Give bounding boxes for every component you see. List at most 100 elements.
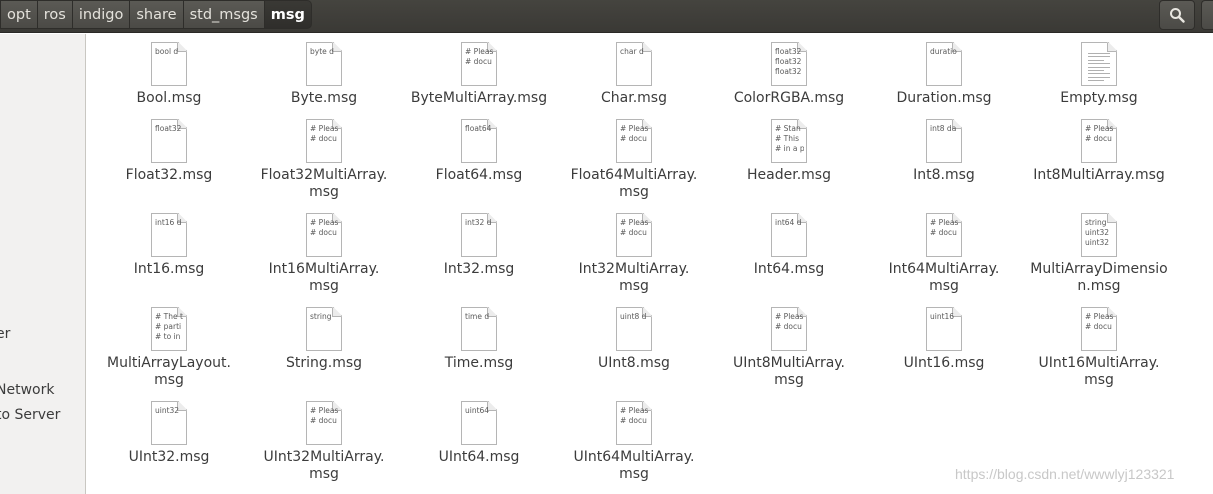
text-file-icon: float32 float32 float32 (771, 42, 807, 86)
file-name: UInt16MultiArray. msg (1038, 355, 1160, 388)
file-item[interactable]: # Pleas # docu ByteMultiArray.msg (399, 42, 559, 107)
file-item[interactable]: float64 Float64.msg (399, 119, 559, 184)
sidebar-item-connect-to-server[interactable]: to Server (0, 407, 60, 423)
file-item[interactable]: string uint32 uint32 MultiArrayDimensio n… (1019, 213, 1179, 295)
file-item[interactable]: # Pleas # docu Float64MultiArray. msg (554, 119, 714, 201)
file-name: Int64.msg (753, 261, 825, 277)
file-preview-text: int8 da (930, 124, 957, 133)
file-item[interactable]: uint64 UInt64.msg (399, 401, 559, 466)
file-preview-text: int16 d (155, 218, 182, 227)
file-preview-text: string (310, 312, 332, 321)
text-file-icon: int16 d (151, 213, 187, 257)
text-file-icon: # Pleas # docu (1081, 307, 1117, 351)
sidebar-item-network[interactable]: Network (0, 382, 54, 398)
file-preview-text: # Pleas # docu (620, 124, 649, 143)
text-file-icon: int8 da (926, 119, 962, 163)
file-item[interactable]: int32 d Int32.msg (399, 213, 559, 278)
file-name: UInt8MultiArray. msg (732, 355, 846, 388)
file-item[interactable]: float32 float32 float32 ColorRGBA.msg (709, 42, 869, 107)
file-name: Int32MultiArray. msg (578, 261, 690, 294)
file-preview-text: # Pleas # docu (1085, 312, 1114, 331)
file-item[interactable]: # Pleas # docu UInt32MultiArray. msg (244, 401, 404, 483)
file-item[interactable]: time d Time.msg (399, 307, 559, 372)
file-item[interactable]: # Pleas # docu Int8MultiArray.msg (1019, 119, 1179, 184)
breadcrumb-share[interactable]: share (130, 0, 184, 29)
path-bar: opt ros indigo share std_msgs msg (0, 0, 1213, 33)
file-preview-text: string uint32 uint32 (1085, 218, 1110, 247)
file-item[interactable]: duratio Duration.msg (864, 42, 1024, 107)
text-file-icon: # The t # parti # to in (151, 307, 187, 351)
file-preview-text: float32 (155, 124, 182, 133)
file-item[interactable]: int64 d Int64.msg (709, 213, 869, 278)
watermark: https://blog.csdn.net/wwwlyj123321 (955, 466, 1175, 482)
file-item[interactable]: bool d Bool.msg (89, 42, 249, 107)
file-name: Char.msg (601, 90, 667, 106)
file-item[interactable]: # Pleas # docu UInt8MultiArray. msg (709, 307, 869, 389)
text-file-icon: int32 d (461, 213, 497, 257)
file-name: Time.msg (444, 355, 514, 371)
file-name: Empty.msg (1060, 90, 1138, 106)
breadcrumb-ros[interactable]: ros (37, 0, 73, 29)
file-item[interactable]: int8 da Int8.msg (864, 119, 1024, 184)
text-file-icon: # Pleas # docu (306, 119, 342, 163)
file-item[interactable]: char d Char.msg (554, 42, 714, 107)
file-preview-text: # Pleas # docu (310, 218, 339, 237)
file-preview-text: char d (620, 47, 644, 56)
file-item[interactable]: # Pleas # docu Int32MultiArray. msg (554, 213, 714, 295)
text-file-icon: # Pleas # docu (306, 213, 342, 257)
file-preview-text: uint32 (155, 406, 180, 415)
file-item[interactable]: # Pleas # docu Int16MultiArray. msg (244, 213, 404, 295)
file-name: Float32.msg (125, 167, 213, 183)
file-item[interactable]: float32 Float32.msg (89, 119, 249, 184)
file-item[interactable]: # Pleas # docu UInt16MultiArray. msg (1019, 307, 1179, 389)
file-name: Bool.msg (136, 90, 202, 106)
file-name: MultiArrayDimensio n.msg (1030, 261, 1168, 294)
file-preview-text: # The t # parti # to in (155, 312, 183, 341)
breadcrumb-std-msgs[interactable]: std_msgs (183, 0, 265, 29)
breadcrumb-msg[interactable]: msg (264, 0, 312, 29)
search-button[interactable] (1159, 0, 1195, 30)
file-item[interactable]: int16 d Int16.msg (89, 213, 249, 278)
file-preview-text: uint8 d (620, 312, 647, 321)
file-item[interactable]: # The t # parti # to in MultiArrayLayout.… (89, 307, 249, 389)
file-preview-text: # Pleas # docu (1085, 124, 1114, 143)
file-item[interactable]: # Stan # This # in a p Header.msg (709, 119, 869, 184)
sidebar: er Network to Server (0, 34, 86, 494)
file-name: MultiArrayLayout. msg (107, 355, 231, 388)
file-preview-text: byte d (310, 47, 334, 56)
file-item[interactable]: # Pleas # docu Int64MultiArray. msg (864, 213, 1024, 295)
file-name: String.msg (285, 355, 363, 371)
file-preview-text: # Pleas # docu (465, 47, 494, 66)
file-preview-text: uint64 (465, 406, 490, 415)
text-file-icon: float64 (461, 119, 497, 163)
file-item[interactable]: uint32 UInt32.msg (89, 401, 249, 466)
file-item[interactable]: uint16 UInt16.msg (864, 307, 1024, 372)
file-item[interactable]: Empty.msg (1019, 42, 1179, 107)
file-preview-text: duratio (930, 47, 957, 56)
text-file-icon: time d (461, 307, 497, 351)
text-file-icon: char d (616, 42, 652, 86)
breadcrumb-opt[interactable]: opt (0, 0, 38, 29)
file-name: ColorRGBA.msg (733, 90, 845, 106)
file-preview-text: # Pleas # docu (620, 218, 649, 237)
file-item[interactable]: # Pleas # docu Float32MultiArray. msg (244, 119, 404, 201)
file-item[interactable]: # Pleas # docu UInt64MultiArray. msg (554, 401, 714, 483)
text-file-icon: # Pleas # docu (306, 401, 342, 445)
file-item[interactable]: string String.msg (244, 307, 404, 372)
text-file-icon: uint64 (461, 401, 497, 445)
text-file-icon: byte d (306, 42, 342, 86)
text-file-icon: uint8 d (616, 307, 652, 351)
file-item[interactable]: byte d Byte.msg (244, 42, 404, 107)
breadcrumb-indigo[interactable]: indigo (72, 0, 131, 29)
file-name: UInt16.msg (903, 355, 985, 371)
text-file-icon: uint32 (151, 401, 187, 445)
sidebar-item-er[interactable]: er (0, 326, 10, 342)
text-file-icon: # Pleas # docu (461, 42, 497, 86)
file-item[interactable]: uint8 d UInt8.msg (554, 307, 714, 372)
file-preview-text: float32 float32 float32 (775, 47, 802, 76)
view-menu-button[interactable] (1201, 0, 1213, 30)
file-preview-text: # Pleas # docu (310, 406, 339, 425)
text-file-icon: string (306, 307, 342, 351)
file-name: UInt32MultiArray. msg (263, 449, 385, 482)
text-file-icon: # Stan # This # in a p (771, 119, 807, 163)
